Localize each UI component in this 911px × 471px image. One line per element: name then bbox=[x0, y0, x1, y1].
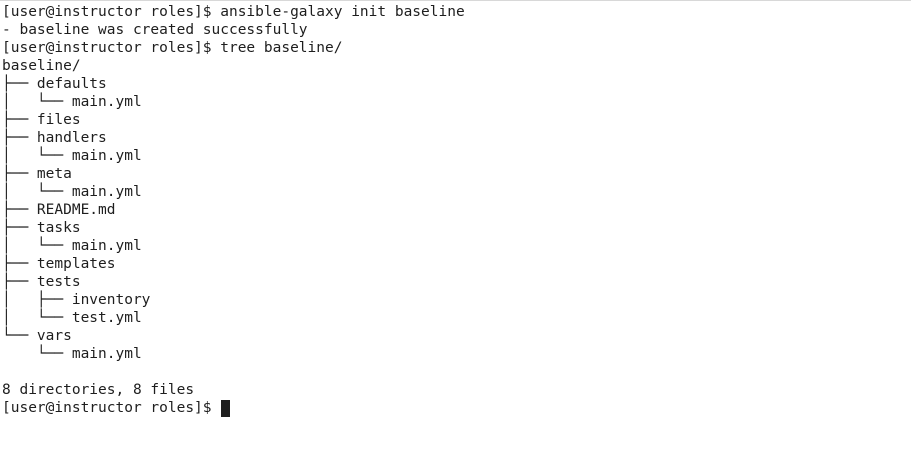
active-prompt-line[interactable]: [user@instructor roles]$ bbox=[2, 399, 911, 417]
tree-item: │ └── main.yml bbox=[2, 148, 142, 164]
tree-item: └── main.yml bbox=[2, 346, 142, 362]
tree-item: ├── templates bbox=[2, 256, 116, 272]
tree-item: ├── handlers bbox=[2, 130, 107, 146]
tree-item: ├── meta bbox=[2, 166, 72, 182]
output-line: - baseline was created successfully bbox=[2, 22, 308, 38]
tree-item: │ └── main.yml bbox=[2, 94, 142, 110]
command-line: [user@instructor roles]$ ansible-galaxy … bbox=[2, 4, 465, 20]
tree-item: ├── tasks bbox=[2, 220, 81, 236]
tree-item: ├── defaults bbox=[2, 76, 107, 92]
tree-item: │ └── main.yml bbox=[2, 238, 142, 254]
tree-root: baseline/ bbox=[2, 58, 81, 74]
terminal-cursor[interactable] bbox=[221, 399, 231, 417]
tree-item: ├── README.md bbox=[2, 202, 116, 218]
tree-item: ├── tests bbox=[2, 274, 81, 290]
tree-summary: 8 directories, 8 files bbox=[2, 382, 195, 398]
command-line: [user@instructor roles]$ tree baseline/ bbox=[2, 40, 343, 56]
terminal-window[interactable]: [user@instructor roles]$ ansible-galaxy … bbox=[0, 0, 911, 471]
tree-item: ├── files bbox=[2, 112, 81, 128]
shell-prompt: [user@instructor roles]$ bbox=[2, 400, 221, 416]
tree-item: │ └── main.yml bbox=[2, 184, 142, 200]
tree-item: │ ├── inventory bbox=[2, 292, 151, 308]
terminal-output: [user@instructor roles]$ ansible-galaxy … bbox=[2, 3, 911, 417]
tree-item: │ └── test.yml bbox=[2, 310, 142, 326]
tree-item: └── vars bbox=[2, 328, 72, 344]
